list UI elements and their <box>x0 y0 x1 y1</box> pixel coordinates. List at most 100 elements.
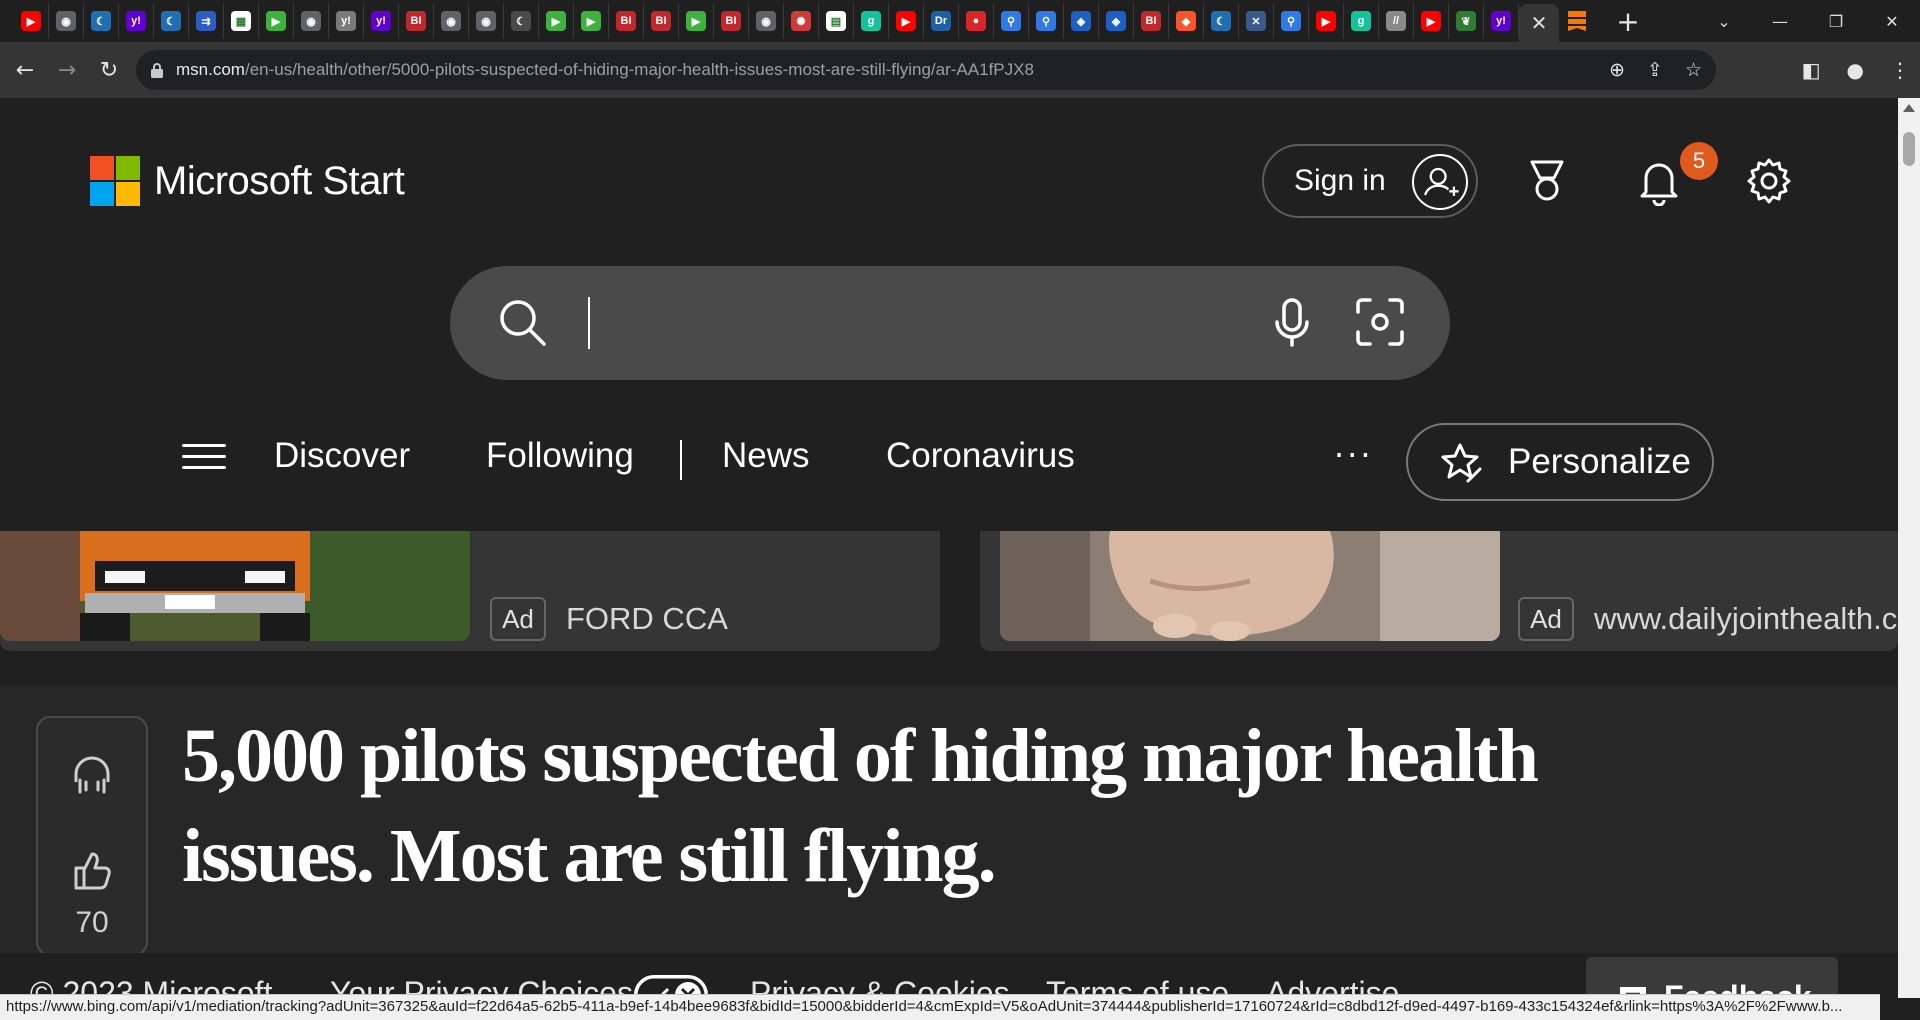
browser-tab[interactable]: ◆ <box>1169 4 1204 38</box>
browser-toolbar: ← → ↻ msn.com/en-us/health/other/5000-pi… <box>0 42 1920 98</box>
notifications-bell-icon[interactable] <box>1634 156 1684 206</box>
browser-tab[interactable]: ▶ <box>889 4 924 38</box>
browser-tab[interactable]: ▶ <box>1414 4 1449 38</box>
globe-icon: ◉ <box>441 11 461 31</box>
nav-item-following[interactable]: Following <box>486 436 634 476</box>
browser-tab[interactable]: BI <box>399 4 434 38</box>
more-categories-button[interactable]: ··· <box>1334 436 1374 474</box>
search-box[interactable] <box>450 266 1450 380</box>
browser-tab[interactable]: ▶ <box>574 4 609 38</box>
nav-item-news[interactable]: News <box>722 436 810 476</box>
browser-tab[interactable]: ☾ <box>504 4 539 38</box>
play-icon: ▶ <box>546 11 566 31</box>
sign-in-button[interactable]: Sign in <box>1262 144 1478 218</box>
browser-tab[interactable]: ▶ <box>259 4 294 38</box>
burst-icon: ✺ <box>791 11 811 31</box>
microphone-icon[interactable] <box>1264 294 1320 350</box>
search-input[interactable] <box>596 296 1236 350</box>
close-tab-icon[interactable]: ✕ <box>1531 11 1548 35</box>
minimize-button[interactable]: — <box>1752 0 1808 42</box>
browser-tab[interactable]: ☾ <box>154 4 189 38</box>
browser-tab[interactable]: ❦ <box>1449 4 1484 38</box>
browser-tab[interactable]: ✕ <box>1239 4 1274 38</box>
side-panel-icon[interactable]: ◧ <box>1802 58 1821 82</box>
browser-tab[interactable]: ◉ <box>469 4 504 38</box>
personalize-button[interactable]: Personalize <box>1406 423 1714 501</box>
forward-button[interactable]: → <box>50 53 84 87</box>
scroll-up-arrow-icon[interactable] <box>1903 104 1915 112</box>
browser-tab[interactable]: Dr <box>924 4 959 38</box>
settings-gear-icon[interactable] <box>1744 156 1794 206</box>
browser-tab[interactable]: y! <box>329 4 364 38</box>
browser-tab[interactable]: y! <box>1484 4 1519 38</box>
listen-headphones-icon[interactable] <box>70 752 114 796</box>
back-button[interactable]: ← <box>8 53 42 87</box>
browser-tab[interactable]: g <box>854 4 889 38</box>
browser-tab[interactable]: ☾ <box>84 4 119 38</box>
url-text: msn.com/en-us/health/other/5000-pilots-s… <box>176 60 1034 79</box>
profile-icon[interactable]: ● <box>1847 58 1864 82</box>
tab-search-icon[interactable]: ⌄ <box>1696 0 1752 42</box>
browser-tab[interactable]: y! <box>364 4 399 38</box>
browser-tab[interactable]: BI <box>714 4 749 38</box>
notification-count-badge: 5 <box>1680 142 1718 180</box>
browser-tab[interactable]: ▶ <box>679 4 714 38</box>
address-bar[interactable]: msn.com/en-us/health/other/5000-pilots-s… <box>136 50 1716 90</box>
bookmark-star-icon[interactable]: ☆ <box>1685 59 1702 81</box>
category-nav: Discover Following News Coronavirus ··· … <box>0 418 1898 501</box>
page-scrollbar[interactable] <box>1898 98 1920 998</box>
ad-card[interactable]: Ad www.dailyjointhealth.com <box>980 531 1898 651</box>
tab-active[interactable]: ✕ <box>1519 4 1559 42</box>
yahoo-icon: y! <box>1491 11 1511 31</box>
browser-tab[interactable]: ◉ <box>49 4 84 38</box>
browser-tab[interactable]: BI <box>1134 4 1169 38</box>
browser-tab[interactable]: ⇉ <box>189 4 224 38</box>
browser-tab[interactable]: ◈ <box>1099 4 1134 38</box>
share-icon[interactable]: ⇪ <box>1647 59 1663 81</box>
zoom-icon[interactable]: ⊕ <box>1609 59 1625 81</box>
browser-tab[interactable]: ◉ <box>434 4 469 38</box>
menu-icon[interactable]: ⋮ <box>1890 58 1910 82</box>
search-icon: ⚲ <box>1001 11 1021 31</box>
browser-tab[interactable]: ▤ <box>819 4 854 38</box>
sign-in-label: Sign in <box>1294 164 1386 197</box>
browser-tab[interactable]: BI <box>609 4 644 38</box>
browser-tab[interactable]: BI <box>644 4 679 38</box>
rewards-trophy-icon[interactable] <box>1522 156 1572 206</box>
browser-tab[interactable]: ◈ <box>1064 4 1099 38</box>
nav-item-discover[interactable]: Discover <box>274 436 410 476</box>
microsoft-start-logo[interactable]: Microsoft Start <box>90 156 405 206</box>
browser-tab[interactable]: ● <box>959 4 994 38</box>
browser-tab[interactable]: g <box>1344 4 1379 38</box>
browser-tab[interactable]: ☾ <box>1204 4 1239 38</box>
reload-button[interactable]: ↻ <box>92 53 126 87</box>
hamburger-menu-icon[interactable] <box>182 444 226 476</box>
browser-tab[interactable]: y! <box>119 4 154 38</box>
tab-bookmark[interactable] <box>1559 4 1594 38</box>
crest-icon: ✕ <box>1246 11 1266 31</box>
ad-card[interactable]: Ad FORD CCA <box>0 531 940 651</box>
browser-tab[interactable]: ▦ <box>224 4 259 38</box>
business-insider-icon: BI <box>616 11 636 31</box>
browser-tab[interactable]: ◉ <box>749 4 784 38</box>
close-window-button[interactable]: ✕ <box>1864 0 1920 42</box>
scrollbar-thumb[interactable] <box>1903 132 1915 166</box>
browser-tab[interactable]: ▶ <box>539 4 574 38</box>
browser-tab[interactable]: ⚲ <box>994 4 1029 38</box>
lock-icon <box>151 63 163 78</box>
new-tab-button[interactable]: + <box>1608 4 1648 38</box>
article-tool-rail: 70 <box>36 716 148 956</box>
visual-search-icon[interactable] <box>1352 294 1408 350</box>
bookmark-orange-icon <box>1567 11 1586 31</box>
nav-item-coronavirus[interactable]: Coronavirus <box>886 436 1075 476</box>
browser-tab[interactable]: ⚲ <box>1029 4 1064 38</box>
browser-tab[interactable]: ◉ <box>294 4 329 38</box>
browser-tab[interactable]: // <box>1379 4 1414 38</box>
browser-tab[interactable]: ▶ <box>1309 4 1344 38</box>
restore-button[interactable]: ❐ <box>1808 0 1864 42</box>
browser-tab[interactable]: ▶ <box>14 4 49 38</box>
like-thumbs-up-icon[interactable] <box>70 848 114 892</box>
browser-tab[interactable]: ✺ <box>784 4 819 38</box>
browser-tab[interactable]: ⚲ <box>1274 4 1309 38</box>
ad-strip: Ad FORD CCA Ad www.dailyjointhealth.com <box>0 531 1898 651</box>
